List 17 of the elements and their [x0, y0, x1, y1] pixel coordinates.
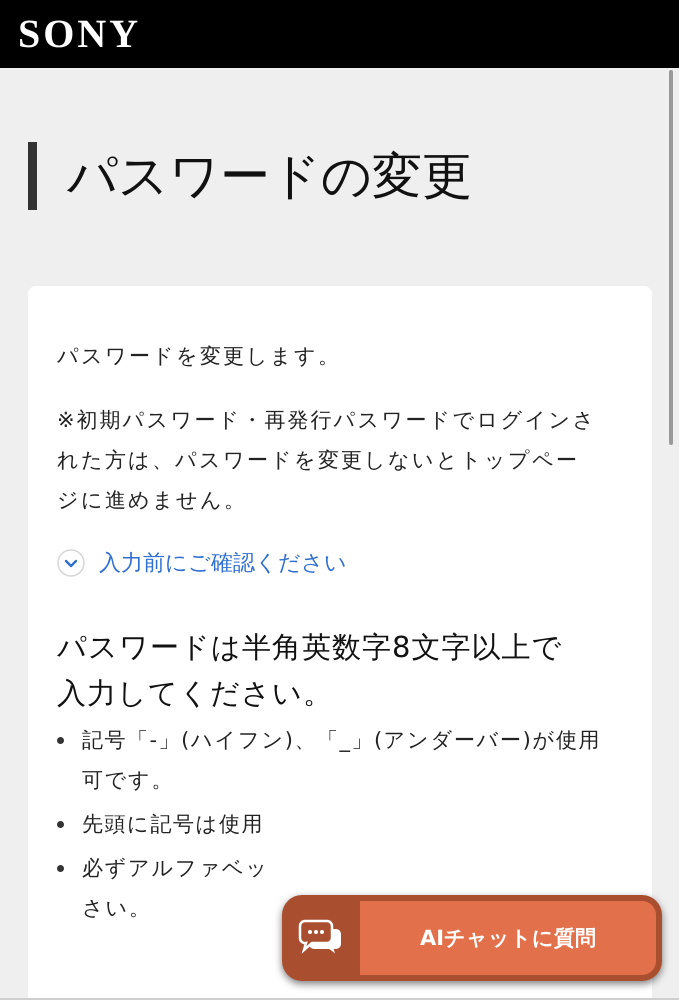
bullet-icon	[57, 865, 64, 872]
rule-text: さい。	[82, 895, 152, 922]
page-title: パスワードの変更	[67, 151, 472, 201]
rule-text: 必ずアルファベッ	[82, 855, 269, 882]
ai-chat-button[interactable]: AIチャットに質問	[282, 895, 662, 981]
intro-text: パスワードを変更します。	[57, 343, 342, 370]
scrollbar[interactable]	[669, 70, 673, 445]
title-accent-bar	[28, 142, 37, 210]
rule-text: 先頭に記号は使用	[82, 811, 264, 838]
sony-logo[interactable]: SONY	[18, 14, 142, 54]
notice-text: ※初期パスワード・再発行パスワードでログインされた方は、パスワードを変更しないとトップページに進めません。	[57, 407, 598, 514]
rule-heading: パスワードは半角英数字8文字以上で入力してください。	[57, 629, 564, 712]
bullet-icon	[57, 737, 64, 744]
bullet-icon	[57, 821, 64, 828]
confirm-disclosure-link[interactable]: 入力前にご確認ください	[57, 548, 347, 578]
chevron-icon	[57, 549, 85, 577]
rule-text: 記号「-」(ハイフン)、「_」(アンダーバー)が使用可です。	[82, 727, 602, 794]
